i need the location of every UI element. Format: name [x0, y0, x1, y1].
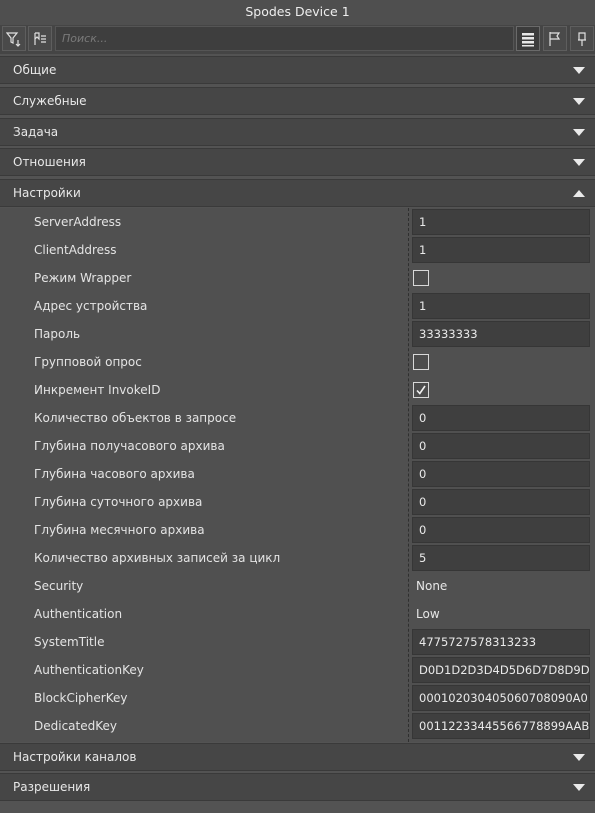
property-label: Глубина получасового архива: [34, 439, 225, 453]
checkmark-icon: [416, 385, 426, 395]
search-input[interactable]: [55, 26, 514, 51]
property-row: SystemTitle 4775727578313233: [0, 628, 595, 656]
section-label: Настройки каналов: [13, 750, 137, 764]
section-label: Служебные: [13, 94, 87, 108]
property-label: Глубина часового архива: [34, 467, 195, 481]
daily-archive-depth-field[interactable]: 0: [412, 489, 590, 515]
property-label: Authentication: [34, 607, 123, 621]
section-general[interactable]: Общие: [0, 56, 595, 84]
archive-records-per-cycle-field[interactable]: 5: [412, 545, 590, 571]
property-row: BlockCipherKey 000102030405060708090A0B0…: [0, 684, 595, 712]
property-label: Количество архивных записей за цикл: [34, 551, 281, 565]
section-task[interactable]: Задача: [0, 118, 595, 146]
chevron-down-icon: [573, 67, 585, 74]
section-settings[interactable]: Настройки: [0, 179, 595, 207]
property-label: ServerAddress: [34, 215, 122, 229]
bookmark-list-icon[interactable]: [28, 26, 52, 51]
section-permissions[interactable]: Разрешения: [0, 773, 595, 801]
block-cipher-key-field[interactable]: 000102030405060708090A0B0C0D0E0F: [412, 685, 590, 711]
halfhour-archive-depth-field[interactable]: 0: [412, 433, 590, 459]
property-label: Групповой опрос: [34, 355, 142, 369]
section-label: Отношения: [13, 155, 86, 169]
section-label: Настройки: [13, 186, 81, 200]
property-label: SystemTitle: [34, 635, 105, 649]
group-poll-checkbox[interactable]: [413, 354, 429, 370]
property-row: Authentication Low: [0, 600, 595, 628]
section-label: Задача: [13, 125, 59, 139]
list-view-icon[interactable]: [516, 26, 540, 51]
property-label: BlockCipherKey: [34, 691, 128, 705]
property-row: Пароль 33333333: [0, 320, 595, 348]
property-label: Глубина месячного архива: [34, 523, 205, 537]
invoke-id-checkbox[interactable]: [413, 382, 429, 398]
property-row: Режим Wrapper: [0, 264, 595, 292]
property-grid: ServerAddress 1 ClientAddress 1 Режим Wr…: [0, 208, 595, 742]
property-label: Security: [34, 579, 84, 593]
filter-icon[interactable]: [2, 26, 26, 51]
authentication-value[interactable]: Low: [416, 600, 440, 628]
property-label: AuthenticationKey: [34, 663, 144, 677]
property-row: DedicatedKey 00112233445566778899AABBCCD…: [0, 712, 595, 740]
chevron-down-icon: [573, 159, 585, 166]
objects-per-request-field[interactable]: 0: [412, 405, 590, 431]
section-label: Общие: [13, 63, 57, 77]
property-label: ClientAddress: [34, 243, 117, 257]
property-row: Количество архивных записей за цикл 5: [0, 544, 595, 572]
property-row: Security None: [0, 572, 595, 600]
hourly-archive-depth-field[interactable]: 0: [412, 461, 590, 487]
property-row: Глубина суточного архива 0: [0, 488, 595, 516]
property-row: Инкремент InvokeID: [0, 376, 595, 404]
property-label: Количество объектов в запросе: [34, 411, 237, 425]
flag-icon[interactable]: [543, 26, 567, 51]
server-address-field[interactable]: 1: [412, 209, 590, 235]
window-title: Spodes Device 1: [0, 0, 595, 25]
section-label: Разрешения: [13, 780, 91, 794]
chevron-up-icon: [573, 190, 585, 197]
client-address-field[interactable]: 1: [412, 237, 590, 263]
property-label: Режим Wrapper: [34, 271, 132, 285]
property-label: Инкремент InvokeID: [34, 383, 161, 397]
property-row: Глубина месячного архива 0: [0, 516, 595, 544]
property-row: ServerAddress 1: [0, 208, 595, 236]
property-row: Глубина часового архива 0: [0, 460, 595, 488]
property-row: Количество объектов в запросе 0: [0, 404, 595, 432]
chevron-down-icon: [573, 98, 585, 105]
chevron-down-icon: [573, 129, 585, 136]
property-row: Глубина получасового архива 0: [0, 432, 595, 460]
footer-space: [0, 802, 595, 813]
authentication-key-field[interactable]: D0D1D2D3D4D5D6D7D8D9DADBDCDDDEDF: [412, 657, 590, 683]
chevron-down-icon: [573, 754, 585, 761]
dedicated-key-field[interactable]: 00112233445566778899AABBCCDDEEFF: [412, 713, 590, 739]
property-row: ClientAddress 1: [0, 236, 595, 264]
password-field[interactable]: 33333333: [412, 321, 590, 347]
toolbar: [0, 25, 595, 54]
security-value[interactable]: None: [416, 572, 447, 600]
section-relations[interactable]: Отношения: [0, 148, 595, 176]
property-label: Глубина суточного архива: [34, 495, 203, 509]
monthly-archive-depth-field[interactable]: 0: [412, 517, 590, 543]
chevron-down-icon: [573, 784, 585, 791]
device-address-field[interactable]: 1: [412, 293, 590, 319]
property-label: Адрес устройства: [34, 299, 148, 313]
wrapper-mode-checkbox[interactable]: [413, 270, 429, 286]
property-row: AuthenticationKey D0D1D2D3D4D5D6D7D8D9DA…: [0, 656, 595, 684]
section-channel-settings[interactable]: Настройки каналов: [0, 743, 595, 771]
property-label: DedicatedKey: [34, 719, 117, 733]
property-row: Адрес устройства 1: [0, 292, 595, 320]
section-service[interactable]: Служебные: [0, 87, 595, 115]
system-title-field[interactable]: 4775727578313233: [412, 629, 590, 655]
property-row: Групповой опрос: [0, 348, 595, 376]
property-label: Пароль: [34, 327, 81, 341]
pin-icon[interactable]: [570, 26, 594, 51]
